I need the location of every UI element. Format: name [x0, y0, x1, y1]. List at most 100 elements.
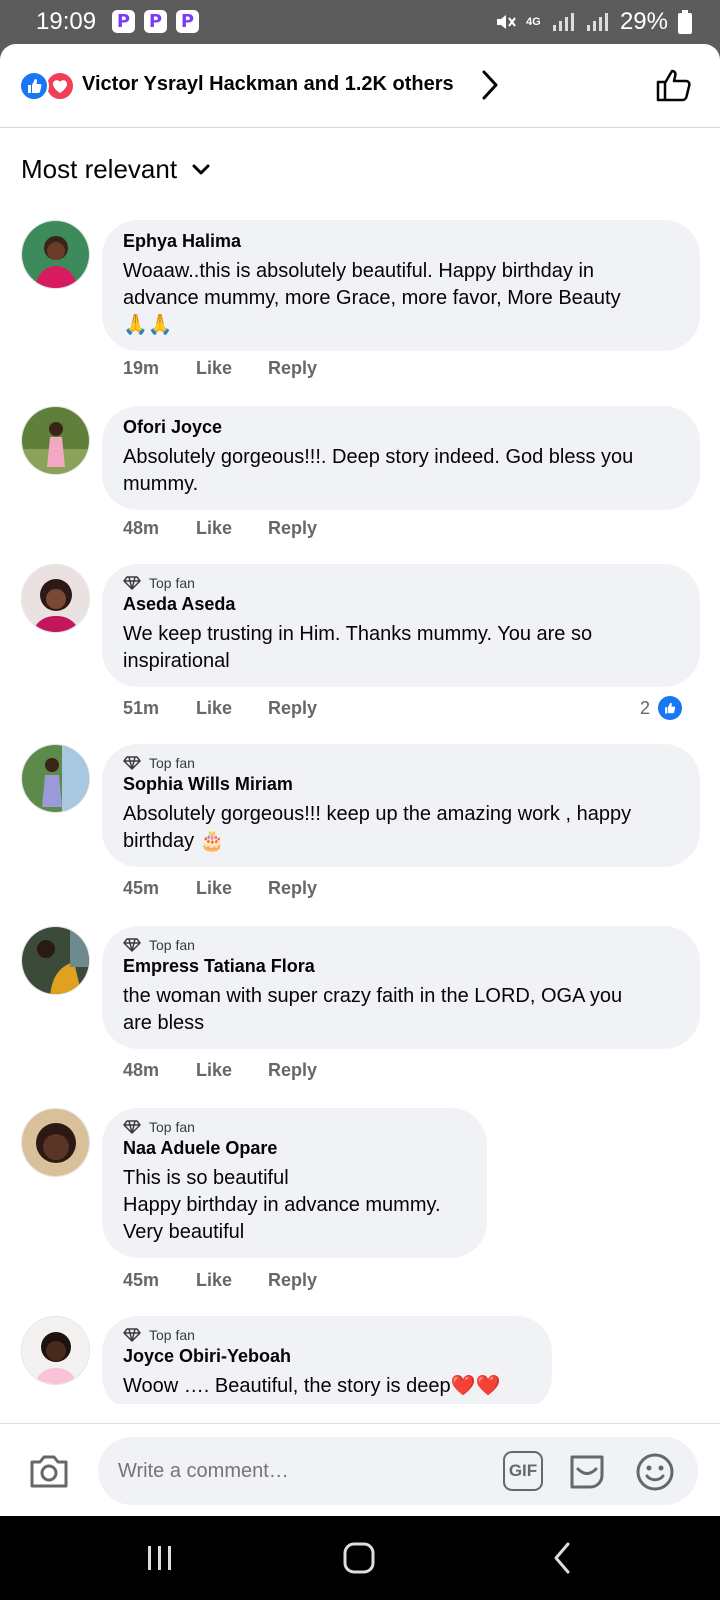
status-right: 4G 29% [494, 8, 692, 36]
signal-icon [586, 13, 608, 31]
recent-apps-icon[interactable] [145, 1538, 175, 1578]
top-fan-label: Top fan [149, 1327, 195, 1343]
signal-icon [552, 13, 574, 31]
comment-actions: 51m Like Reply [123, 698, 317, 719]
comment-bubble[interactable]: Top fan Naa Aduele Opare This is so beau… [102, 1108, 487, 1258]
comment-input[interactable] [118, 1437, 478, 1505]
reactions-summary[interactable]: Victor Ysrayl Hackman and 1.2K others [82, 73, 454, 96]
top-fan-badge: Top fan [123, 1327, 532, 1343]
comment-bubble[interactable]: Top fan Joyce Obiri-Yeboah Woow …. Beaut… [102, 1316, 552, 1404]
diamond-icon [123, 1120, 141, 1134]
comment-timestamp: 19m [123, 358, 160, 378]
comment-author[interactable]: Ephya Halima [123, 231, 680, 252]
top-fan-badge: Top fan [123, 755, 680, 771]
chevron-down-icon [192, 164, 210, 174]
camera-icon[interactable] [28, 1452, 70, 1490]
comment-author[interactable]: Aseda Aseda [123, 594, 680, 615]
comment-text: Woaaw..this is absolutely beautiful. Hap… [123, 258, 680, 339]
reply-link[interactable]: Reply [268, 698, 317, 719]
diamond-icon [123, 576, 141, 590]
comment-timestamp: 48m [123, 1060, 160, 1080]
top-fan-label: Top fan [149, 937, 195, 953]
avatar[interactable] [21, 220, 90, 289]
comment-line: inspirational [123, 650, 230, 672]
comment-author[interactable]: Sophia Wills Miriam [123, 774, 680, 795]
love-reaction-icon [45, 71, 75, 101]
diamond-icon [123, 1328, 141, 1342]
reaction-count[interactable]: 2 [640, 694, 684, 722]
home-icon[interactable] [340, 1538, 380, 1578]
comment-line: Absolutely gorgeous!!!. Deep story indee… [123, 446, 634, 468]
reactions-header[interactable]: Victor Ysrayl Hackman and 1.2K others [0, 44, 720, 128]
like-link[interactable]: Like [196, 518, 268, 539]
gif-button[interactable]: GIF [503, 1451, 543, 1491]
comment-author[interactable]: Ofori Joyce [123, 417, 680, 438]
comment-author[interactable]: Joyce Obiri-Yeboah [123, 1346, 532, 1367]
top-fan-badge: Top fan [123, 575, 680, 591]
system-nav-bar [0, 1516, 720, 1600]
comment-line: This is so beautiful [123, 1167, 289, 1189]
comment-bubble[interactable]: Top fan Aseda Aseda We keep trusting in … [102, 564, 700, 687]
reply-link[interactable]: Reply [268, 1270, 317, 1291]
sticker-icon[interactable] [566, 1451, 608, 1493]
comment-bubble[interactable]: Top fan Empress Tatiana Flora the woman … [102, 926, 700, 1049]
comment-line: We keep trusting in Him. Thanks mummy. Y… [123, 623, 593, 645]
comment-actions: 19m Like Reply [123, 358, 317, 379]
comment-timestamp: 51m [123, 698, 160, 718]
emoji-icon[interactable] [634, 1451, 676, 1493]
like-link[interactable]: Like [196, 698, 268, 719]
like-outline-icon[interactable] [655, 66, 693, 104]
comment-bubble[interactable]: Top fan Sophia Wills Miriam Absolutely g… [102, 744, 700, 867]
comment-line: Woaaw..this is absolutely beautiful. Hap… [123, 260, 595, 282]
sort-dropdown[interactable]: Most relevant [21, 154, 211, 185]
notification-app-icon: P [144, 10, 167, 33]
back-icon[interactable] [548, 1538, 578, 1578]
like-link[interactable]: Like [196, 878, 268, 899]
top-fan-label: Top fan [149, 755, 195, 771]
comment-author[interactable]: Naa Aduele Opare [123, 1138, 467, 1159]
comment-text: This is so beautiful Happy birthday in a… [123, 1165, 467, 1246]
network-type-label: 4G [525, 15, 541, 28]
chevron-right-icon[interactable] [480, 68, 500, 102]
notification-app-icon: P [176, 10, 199, 33]
notification-app-icon: P [112, 10, 135, 33]
comment-author[interactable]: Empress Tatiana Flora [123, 956, 680, 977]
comment-timestamp: 48m [123, 518, 160, 538]
comment-line: the woman with super crazy faith in the … [123, 985, 623, 1007]
reply-link[interactable]: Reply [268, 1060, 317, 1081]
comment-line: Absolutely gorgeous!!! keep up the amazi… [123, 803, 632, 825]
like-reaction-icon [656, 694, 684, 722]
like-link[interactable]: Like [196, 1060, 268, 1081]
avatar[interactable] [21, 744, 90, 813]
top-fan-label: Top fan [149, 1119, 195, 1135]
comments-sheet: Victor Ysrayl Hackman and 1.2K others Mo… [0, 44, 720, 1516]
comment-line: advance mummy, more Grace, more favor, M… [123, 287, 621, 309]
avatar[interactable] [21, 564, 90, 633]
diamond-icon [123, 756, 141, 770]
avatar[interactable] [21, 926, 90, 995]
avatar[interactable] [21, 1108, 90, 1177]
comment-actions: 48m Like Reply [123, 1060, 317, 1081]
comment-line: Happy birthday in advance mummy. [123, 1194, 441, 1216]
comment-timestamp: 45m [123, 878, 160, 898]
reply-link[interactable]: Reply [268, 358, 317, 379]
comment-actions: 45m Like Reply [123, 878, 317, 899]
battery-percent: 29% [619, 8, 668, 35]
comment-bubble[interactable]: Ephya Halima Woaaw..this is absolutely b… [102, 220, 700, 351]
comment-input-container[interactable]: GIF [98, 1437, 698, 1505]
comment-composer: GIF [0, 1423, 720, 1516]
comment-line: mummy. [123, 473, 199, 495]
reply-link[interactable]: Reply [268, 878, 317, 899]
battery-icon [678, 10, 692, 34]
status-time: 19:09 [36, 8, 97, 35]
avatar[interactable] [21, 1316, 90, 1385]
like-link[interactable]: Like [196, 358, 268, 379]
mute-icon [496, 15, 516, 29]
reply-link[interactable]: Reply [268, 518, 317, 539]
avatar[interactable] [21, 406, 90, 475]
comment-list: Ephya Halima Woaaw..this is absolutely b… [0, 216, 720, 1404]
comment-text: Woow …. Beautiful, the story is deep❤️❤️ [123, 1373, 532, 1400]
comment-bubble[interactable]: Ofori Joyce Absolutely gorgeous!!!. Deep… [102, 406, 700, 510]
like-link[interactable]: Like [196, 1270, 268, 1291]
comment-line: are bless [123, 1012, 205, 1034]
